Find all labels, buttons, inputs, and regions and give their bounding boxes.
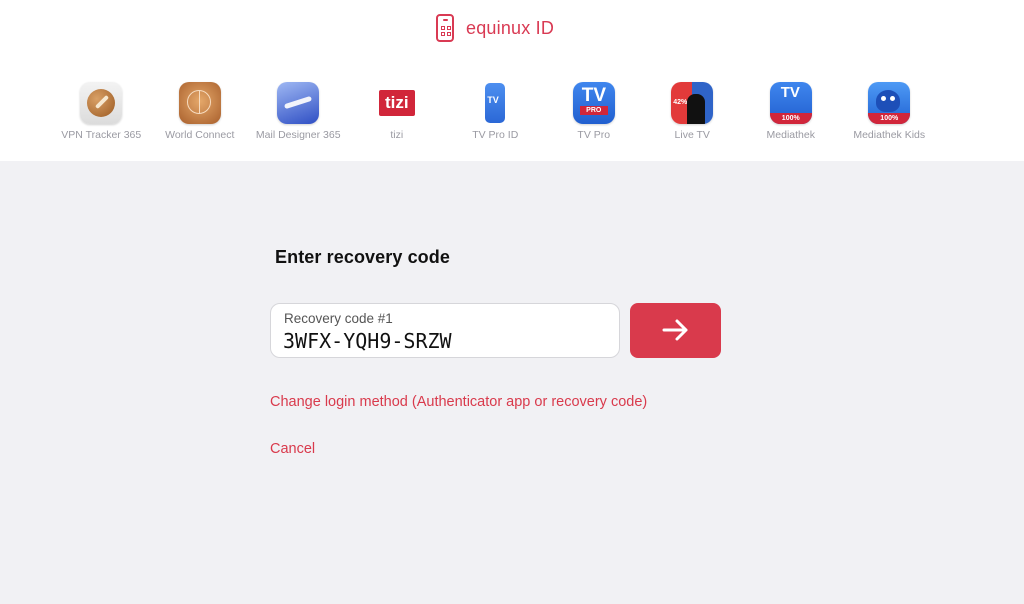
world-connect-icon (178, 82, 221, 124)
cancel-link[interactable]: Cancel (270, 441, 315, 457)
brand-name: equinux ID (466, 17, 555, 38)
brand[interactable]: equinux ID (436, 12, 554, 44)
app-mediathek[interactable]: TV 100% Mediathek (742, 82, 841, 141)
app-tv-pro-id[interactable]: TV TV Pro ID (446, 82, 545, 141)
app-tv-pro[interactable]: TV PRO TV Pro (545, 82, 644, 141)
change-login-method-link[interactable]: Change login method (Authenticator app o… (270, 394, 647, 410)
app-label: Mail Designer 365 (255, 129, 341, 141)
recovery-code-input[interactable] (283, 328, 603, 354)
app-label: TV Pro ID (472, 129, 519, 141)
app-world-connect[interactable]: World Connect (151, 82, 250, 141)
app-label: VPN Tracker 365 (61, 129, 142, 141)
app-label: Mediathek (766, 129, 815, 141)
recovery-code-field[interactable]: Recovery code #1 (270, 303, 620, 358)
phone-qr-icon (436, 14, 454, 42)
app-label: Live TV (674, 129, 710, 141)
app-label: World Connect (165, 129, 235, 141)
tv-pro-icon: TV PRO (572, 82, 615, 124)
vpn-tracker-icon (80, 82, 123, 124)
mediathek-icon: TV 100% (769, 82, 812, 124)
mediathek-kids-icon: 100% (868, 82, 911, 124)
tv-pro-id-icon: TV (474, 82, 516, 124)
submit-button[interactable] (630, 303, 721, 358)
app-vpn-tracker[interactable]: VPN Tracker 365 (52, 82, 151, 141)
arrow-right-icon (662, 319, 688, 341)
app-label: TV Pro (577, 129, 611, 141)
page-title: Enter recovery code (275, 247, 450, 267)
header: equinux ID VPN Tracker 365 World Connect… (0, 0, 1024, 161)
app-live-tv[interactable]: 42% Live TV (643, 82, 742, 141)
live-tv-icon: 42% (671, 82, 714, 124)
app-tizi[interactable]: tizi tizi (348, 82, 447, 141)
app-mediathek-kids[interactable]: 100% Mediathek Kids (840, 82, 939, 141)
app-label: Mediathek Kids (853, 129, 926, 141)
recovery-code-label: Recovery code #1 (284, 311, 393, 326)
mail-designer-icon (277, 82, 320, 124)
app-mail-designer[interactable]: Mail Designer 365 (249, 82, 348, 141)
app-label: tizi (390, 129, 404, 141)
tizi-icon: tizi (376, 82, 418, 124)
app-list: VPN Tracker 365 World Connect Mail Desig… (52, 82, 939, 141)
